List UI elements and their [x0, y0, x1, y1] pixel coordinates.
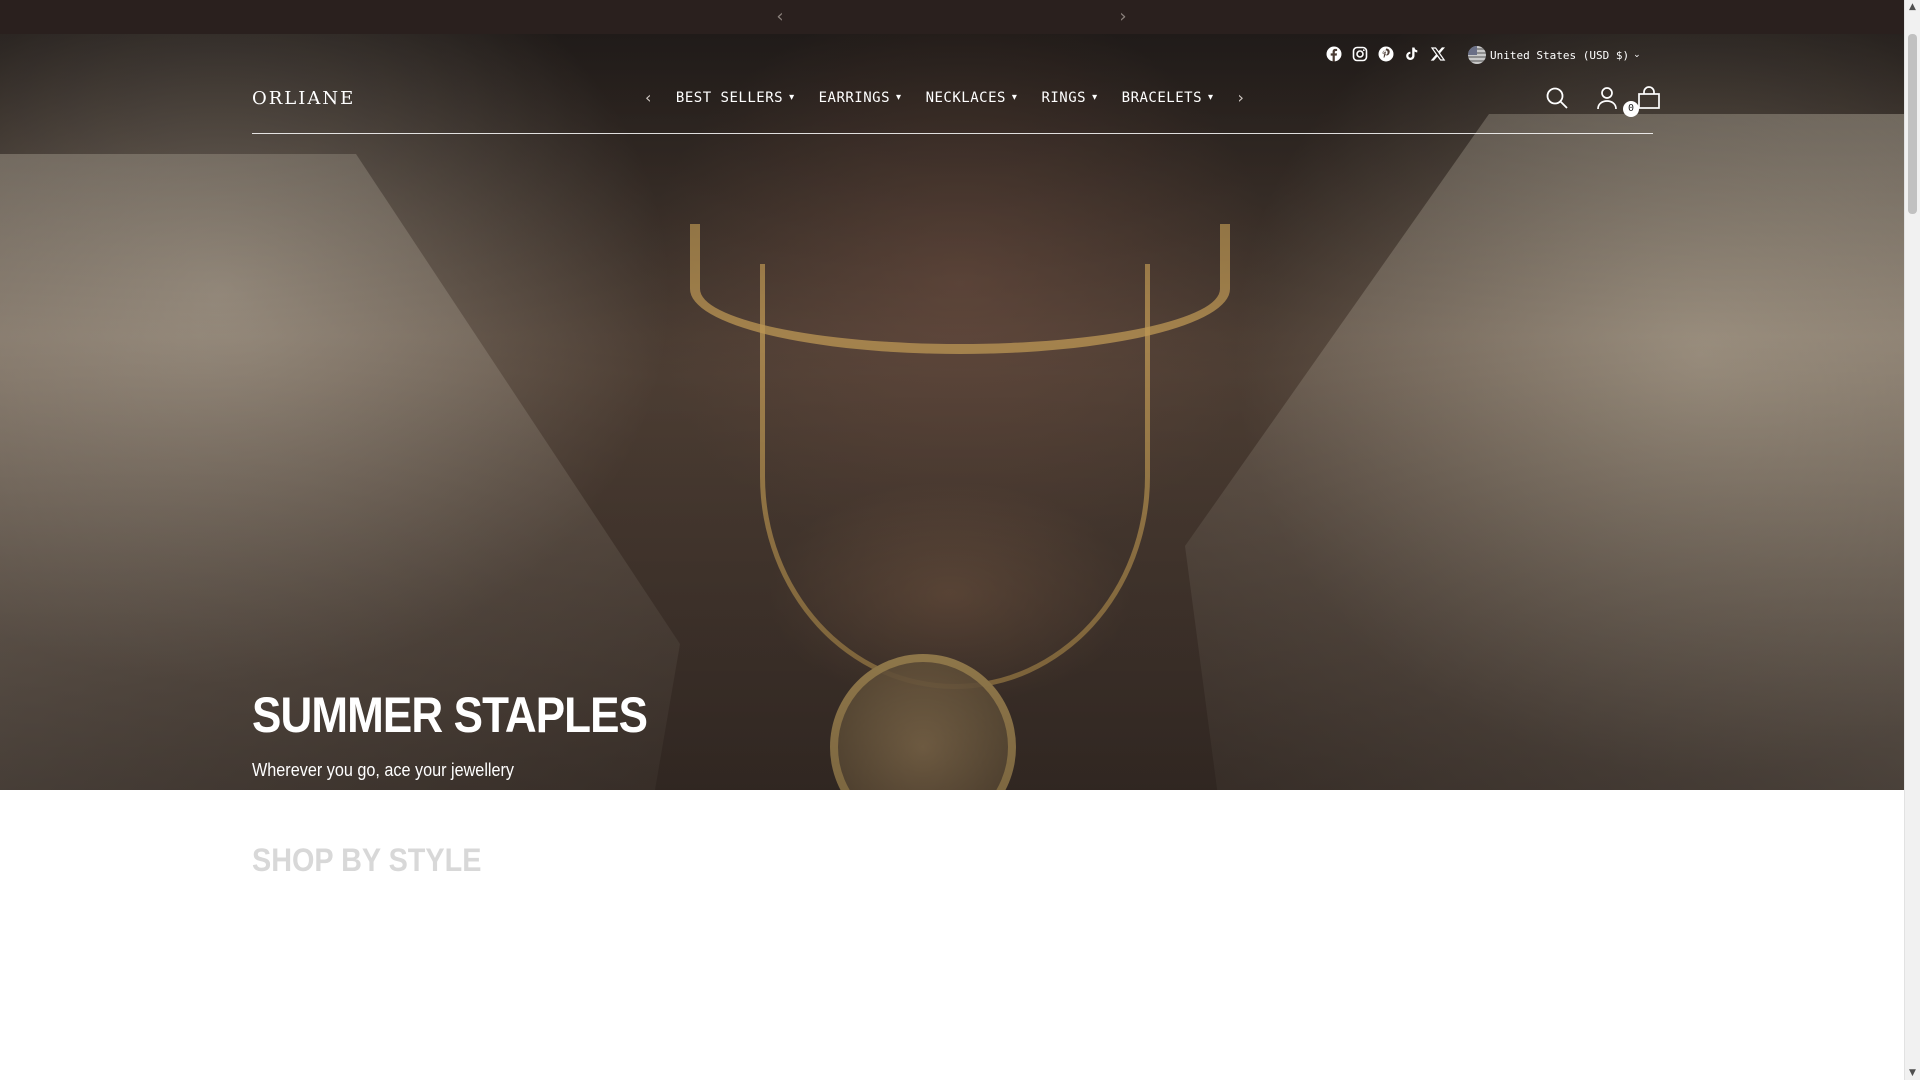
scroll-down-icon[interactable]: ▼ — [1905, 1068, 1920, 1078]
currency-label: United States (USD $) — [1490, 48, 1630, 62]
pinterest-icon[interactable] — [1378, 46, 1394, 62]
nav-prev-icon[interactable]: ‹ — [645, 88, 652, 107]
chevron-down-icon: ▾ — [1092, 92, 1098, 103]
hero-subtitle: Wherever you go, ace your jewellery — [252, 760, 515, 780]
chevron-right-icon[interactable]: › — [1114, 8, 1132, 26]
header-divider — [252, 133, 1653, 134]
page-scrollbar[interactable]: ▲ ▼ — [1904, 0, 1920, 1080]
currency-selector[interactable]: United States (USD $) ⌄ — [1468, 46, 1641, 64]
search-icon[interactable] — [1545, 86, 1569, 114]
main-nav: ‹ BEST SELLERS ▾ EARRINGS ▾ NECKLACES ▾ … — [645, 88, 1244, 107]
nav-next-icon[interactable]: › — [1238, 88, 1245, 107]
nav-item-label: NECKLACES — [925, 89, 1006, 106]
instagram-icon[interactable] — [1352, 46, 1368, 62]
nav-item-necklaces[interactable]: NECKLACES ▾ — [926, 90, 1018, 106]
hero-title: SUMMER STAPLES — [252, 687, 648, 743]
cart-count-badge: 0 — [1623, 101, 1639, 117]
scrollbar-thumb[interactable] — [1908, 34, 1917, 214]
nav-item-label: BRACELETS — [1121, 89, 1202, 106]
scroll-up-icon[interactable]: ▲ — [1905, 2, 1920, 12]
hero-banner[interactable]: SUMMER STAPLES Wherever you go, ace your… — [0, 34, 1905, 790]
nav-item-rings[interactable]: RINGS ▾ — [1041, 90, 1097, 106]
tiktok-icon[interactable] — [1404, 46, 1420, 62]
chevron-down-icon: ▾ — [896, 92, 902, 103]
logo[interactable]: ORLIANE — [252, 88, 355, 109]
account-icon[interactable] — [1596, 86, 1618, 114]
cart-icon[interactable] — [1637, 86, 1661, 114]
chevron-left-icon[interactable]: ‹ — [771, 8, 789, 26]
nav-item-bracelets[interactable]: BRACELETS ▾ — [1122, 90, 1214, 106]
nav-item-earrings[interactable]: EARRINGS ▾ — [819, 90, 902, 106]
chevron-down-icon: ▾ — [789, 92, 795, 103]
facebook-icon[interactable] — [1326, 46, 1342, 62]
chevron-down-icon: ⌄ — [1633, 50, 1641, 60]
social-links — [1326, 46, 1446, 64]
section-title-shop-by-style: SHOP BY STYLE — [252, 842, 482, 878]
nav-item-best-sellers[interactable]: BEST SELLERS ▾ — [676, 90, 795, 106]
nav-item-label: RINGS — [1041, 89, 1087, 106]
nav-item-label: BEST SELLERS — [675, 89, 784, 106]
chevron-down-icon: ▾ — [1011, 92, 1018, 103]
us-flag-icon — [1468, 46, 1486, 64]
nav-item-label: EARRINGS — [818, 89, 891, 106]
x-twitter-icon[interactable] — [1430, 46, 1446, 62]
announcement-bar: ‹ › — [0, 0, 1905, 34]
hero-overlay — [0, 34, 1905, 790]
chevron-down-icon: ▾ — [1208, 92, 1214, 103]
